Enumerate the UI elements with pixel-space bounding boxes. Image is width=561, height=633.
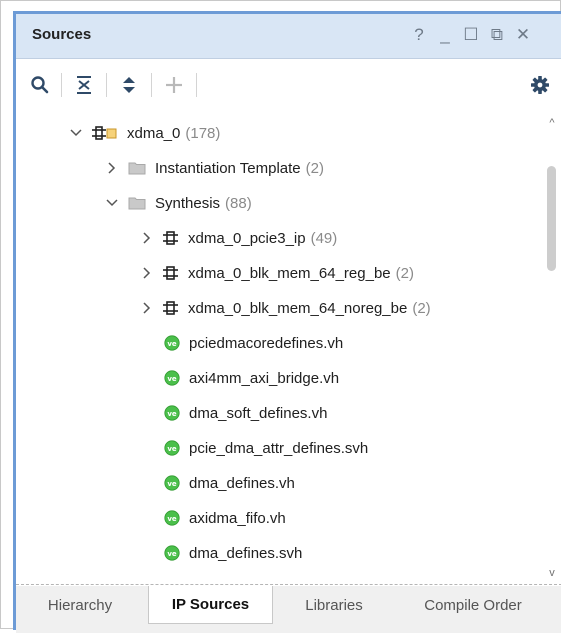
search-icon (31, 76, 49, 94)
ip-core-icon (92, 125, 118, 141)
verilog-header-icon: ve (164, 545, 180, 561)
tree-row-count: (2) (305, 159, 324, 177)
tree-row-file[interactable]: ve dma_defines.vh (16, 468, 540, 498)
tree-row-label: dma_defines.svh (189, 544, 303, 562)
title-bar: Sources ? _ ☐ ⧉ ✕ (16, 14, 561, 59)
tab-compile-order[interactable]: Compile Order (398, 586, 548, 624)
verilog-header-icon: ve (164, 440, 180, 456)
tree-row-count: (88) (225, 194, 252, 212)
expand-all-button[interactable] (115, 71, 143, 99)
ip-icon (163, 300, 179, 316)
tree-row-label: xdma_0_blk_mem_64_reg_be (188, 264, 391, 282)
tree-row-label: xdma_0_pcie3_ip (188, 229, 306, 247)
sources-tree: xdma_0 (178) Instantiation Template (2) … (16, 114, 561, 582)
verilog-header-icon: ve (164, 405, 180, 421)
chevron-down-icon[interactable] (68, 125, 84, 141)
chevron-right-icon[interactable] (139, 265, 155, 281)
tree-row-file[interactable]: ve pcie_dma_attr_defines.svh (16, 433, 540, 463)
tree-row-count: (2) (395, 264, 414, 282)
chevron-right-icon[interactable] (139, 230, 155, 246)
toolbar-separator (196, 73, 197, 97)
verilog-header-icon: ve (164, 510, 180, 526)
tree-row-xdma-0-pcie3-ip[interactable]: xdma_0_pcie3_ip (49) (16, 223, 540, 253)
toolbar-separator (151, 73, 152, 97)
tree-row-file[interactable]: ve pciedmacoredefines.vh (16, 328, 540, 358)
svg-text:ve: ve (167, 445, 177, 453)
tab-divider (16, 584, 561, 585)
tree-row-label: Instantiation Template (155, 159, 301, 177)
expand-all-icon (123, 77, 135, 93)
bottom-tab-bar: Hierarchy IP Sources Libraries Compile O… (16, 586, 561, 633)
scrollbar-thumb[interactable] (547, 166, 556, 271)
tree-row-label: pciedmacoredefines.vh (189, 334, 344, 352)
svg-text:ve: ve (167, 480, 177, 488)
tab-ip-sources[interactable]: IP Sources (148, 586, 273, 624)
tree-row-label: pcie_dma_attr_defines.svh (189, 439, 369, 457)
svg-text:ve: ve (167, 375, 177, 383)
collapse-all-button[interactable] (70, 71, 98, 99)
folder-icon (128, 161, 146, 175)
tree-row-instantiation-template[interactable]: Instantiation Template (2) (16, 153, 540, 183)
tab-libraries[interactable]: Libraries (284, 586, 384, 624)
tree-row-label: xdma_0_blk_mem_64_noreg_be (188, 299, 408, 317)
tree-row-file[interactable]: ve dma_defines.svh (16, 538, 540, 568)
toolbar-separator (61, 73, 62, 97)
maximize-button[interactable]: ☐ (460, 24, 482, 46)
panel-title: Sources (32, 26, 92, 43)
tree-row-label: xdma_0 (127, 124, 181, 142)
ip-icon (163, 265, 179, 281)
tree-row-count: (49) (310, 229, 338, 247)
search-button[interactable] (26, 71, 54, 99)
sources-window: Sources ? _ ☐ ⧉ ✕ xdma_0 (178) Instantia… (13, 11, 561, 633)
sources-panel: Sources ? _ ☐ ⧉ ✕ xdma_0 (178) Instantia… (0, 0, 561, 633)
ip-icon (163, 230, 179, 246)
tree-row-count: (178) (185, 124, 221, 142)
verilog-header-icon: ve (164, 335, 180, 351)
tree-row-file[interactable]: ve axi4mm_axi_bridge.vh (16, 363, 540, 393)
tree-row-label: dma_defines.vh (189, 474, 295, 492)
tree-row-label: Synthesis (155, 194, 221, 212)
help-button[interactable]: ? (408, 24, 430, 46)
svg-text:ve: ve (167, 550, 177, 558)
verilog-header-icon: ve (164, 475, 180, 491)
tree-row-xdma-0[interactable]: xdma_0 (178) (16, 118, 540, 148)
scroll-up-icon[interactable]: ^ (545, 116, 559, 130)
collapse-all-icon (77, 76, 91, 94)
tree-row-file[interactable]: ve axidma_fifo.vh (16, 503, 540, 533)
chevron-down-icon[interactable] (104, 195, 120, 211)
scroll-down-icon[interactable]: v (545, 566, 559, 580)
tree-row-xdma-0-blk-mem-64-reg-be[interactable]: xdma_0_blk_mem_64_reg_be (2) (16, 258, 540, 288)
minimize-button[interactable]: _ (434, 24, 456, 46)
folder-icon (128, 196, 146, 210)
vertical-scrollbar[interactable]: ^ v (542, 114, 561, 582)
settings-button[interactable] (526, 71, 554, 99)
verilog-header-icon: ve (164, 370, 180, 386)
tree-row-label: axidma_fifo.vh (189, 509, 286, 527)
tree-row-file[interactable]: ve dma_soft_defines.vh (16, 398, 540, 428)
svg-text:ve: ve (167, 515, 177, 523)
tree-row-label: dma_soft_defines.vh (189, 404, 328, 422)
float-button[interactable]: ⧉ (486, 24, 508, 46)
chevron-right-icon[interactable] (104, 160, 120, 176)
close-button[interactable]: ✕ (512, 24, 534, 46)
toolbar (16, 59, 561, 109)
gear-icon (531, 76, 549, 94)
tree-row-xdma-0-blk-mem-64-noreg-be[interactable]: xdma_0_blk_mem_64_noreg_be (2) (16, 293, 540, 323)
chevron-right-icon[interactable] (139, 300, 155, 316)
tree-row-count: (2) (412, 299, 431, 317)
tab-hierarchy[interactable]: Hierarchy (26, 586, 134, 624)
tree-row-label: axi4mm_axi_bridge.vh (189, 369, 340, 387)
svg-text:ve: ve (167, 340, 177, 348)
toolbar-separator (106, 73, 107, 97)
add-sources-button[interactable] (160, 71, 188, 99)
svg-text:ve: ve (167, 410, 177, 418)
add-icon (166, 77, 182, 93)
tree-row-synthesis[interactable]: Synthesis (88) (16, 188, 540, 218)
